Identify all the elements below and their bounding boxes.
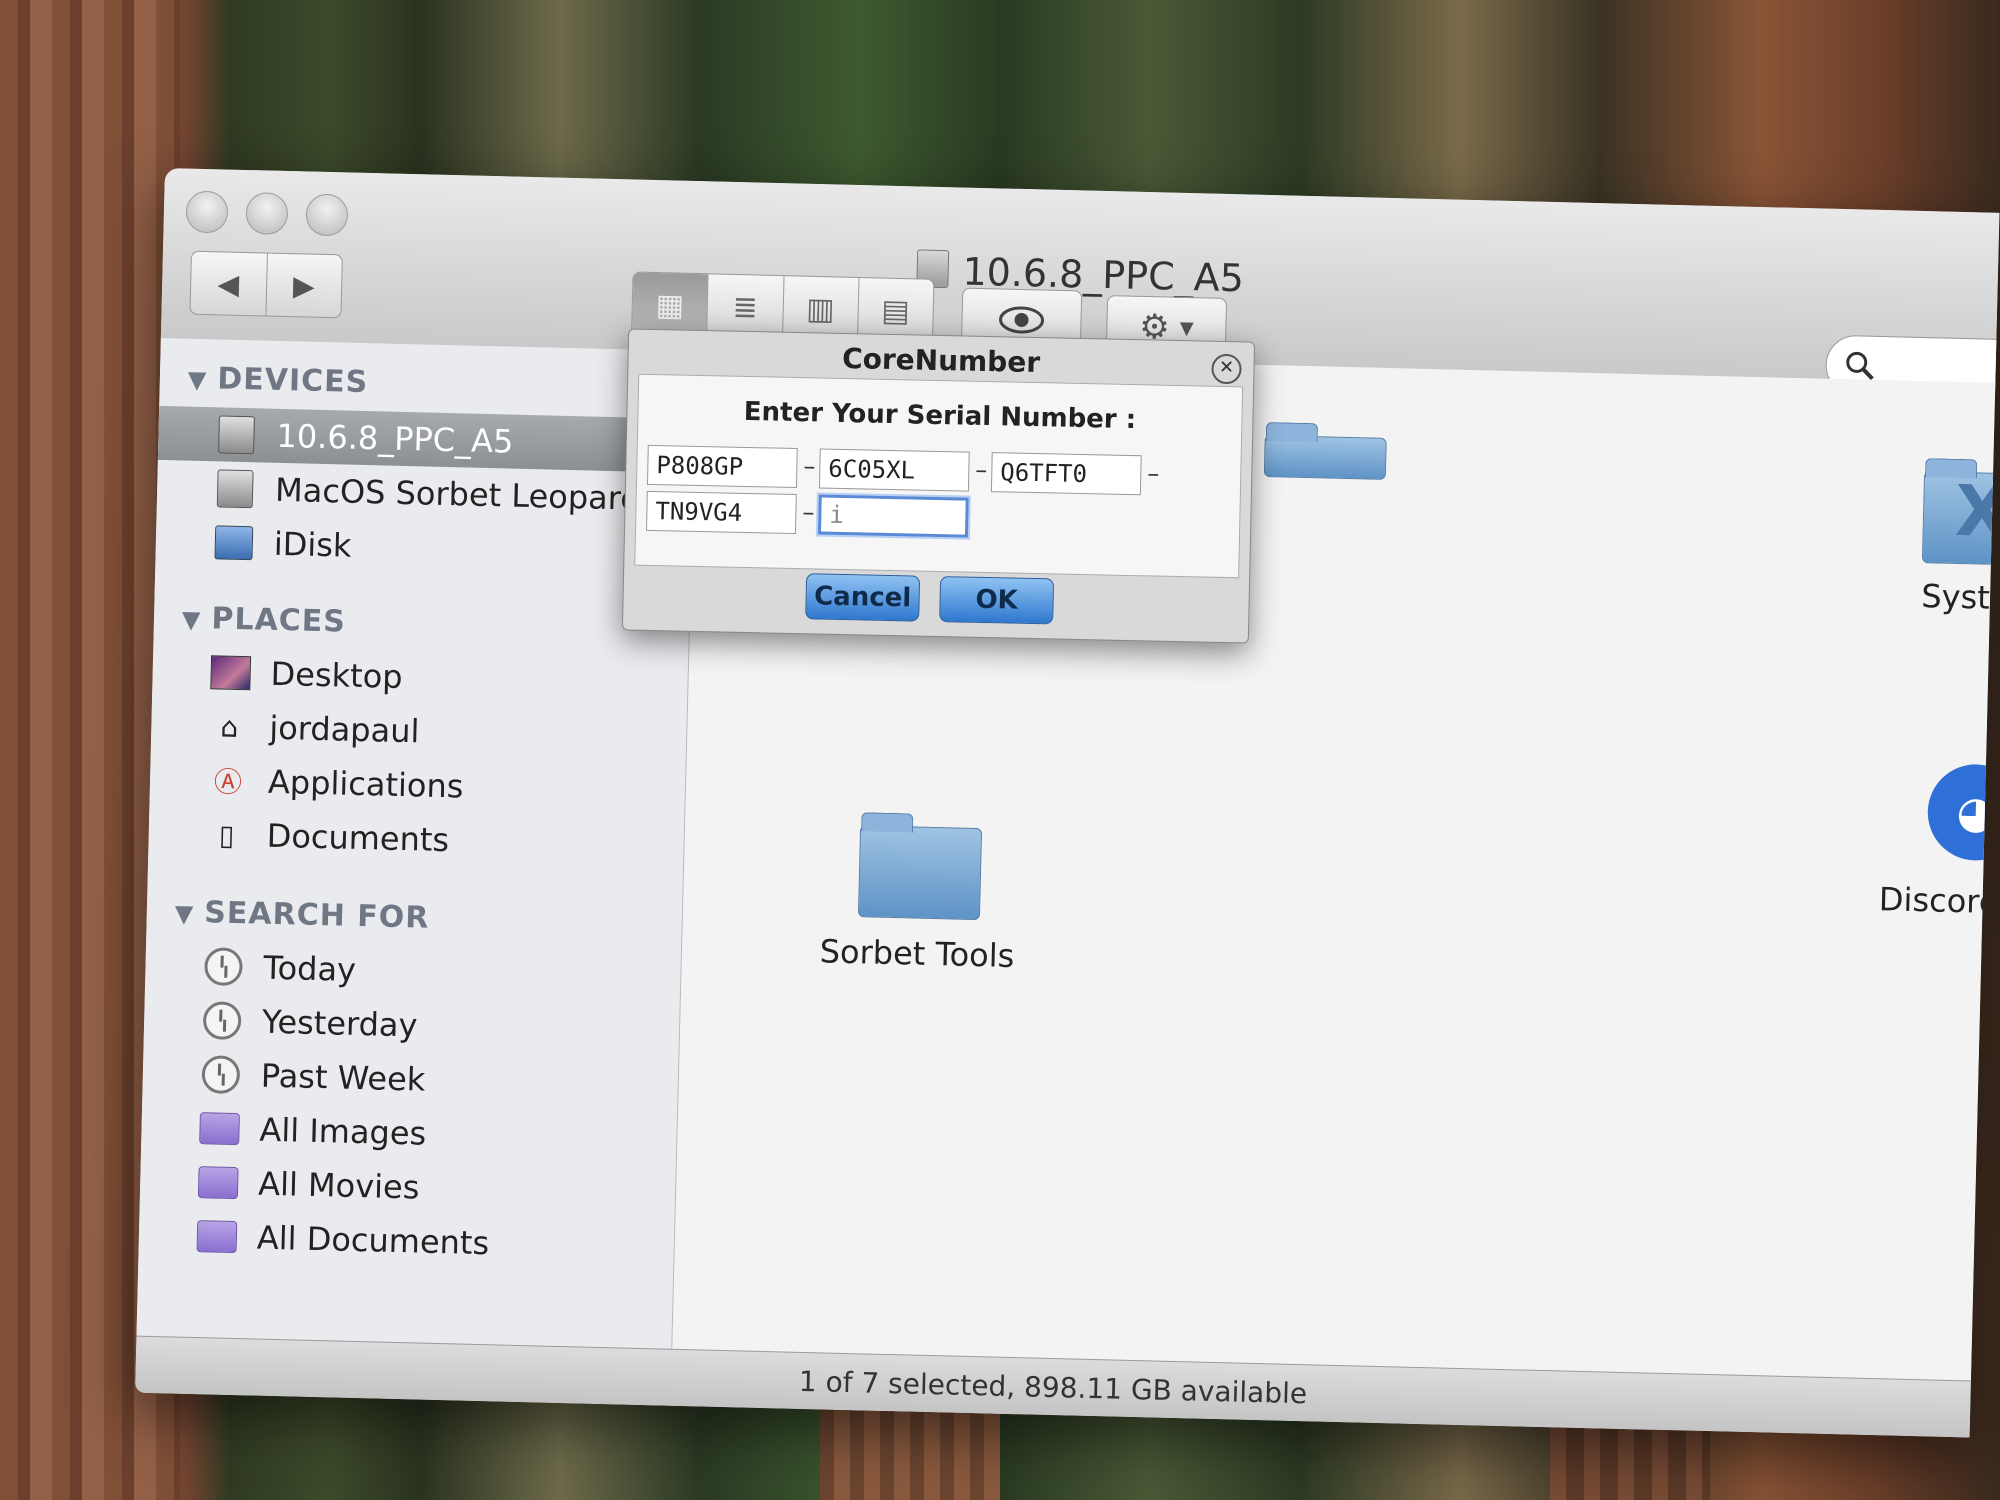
forward-button[interactable]: ▶: [264, 253, 342, 318]
back-button[interactable]: ◀: [190, 252, 266, 316]
item-label-discord-lite[interactable]: Discord Lite: [1843, 879, 1999, 923]
folder-icon[interactable]: [1263, 434, 1387, 480]
minimize-window-button[interactable]: [245, 191, 289, 236]
eye-icon: [999, 306, 1045, 334]
hard-drive-icon: [218, 415, 255, 455]
window-controls: [185, 190, 349, 237]
item-label-sorbet-tools[interactable]: Sorbet Tools: [787, 931, 1048, 975]
serial-field-2[interactable]: 6C05XL: [818, 448, 970, 492]
sidebar: ▼ DEVICES 10.6.8_PPC_A5 MacOS Sorbet Leop…: [136, 337, 697, 1350]
serial-field-1[interactable]: P808GP: [646, 444, 798, 489]
chevron-down-icon: ▼: [1179, 317, 1194, 339]
sidebar-section-devices[interactable]: ▼ DEVICES: [187, 361, 368, 400]
corenumber-dialog: CoreNumber ✕ Enter Your Serial Number : …: [621, 328, 1256, 644]
zoom-window-button[interactable]: [305, 193, 349, 237]
serial-separator: –: [975, 455, 988, 485]
item-label-system[interactable]: System: [1851, 575, 2000, 619]
hard-drive-icon: [216, 469, 254, 509]
clock-icon: [201, 1055, 241, 1095]
home-icon: ⌂: [220, 710, 239, 744]
smart-folder-icon: [197, 1166, 239, 1200]
status-text: 1 of 7 selected, 898.11 GB available: [798, 1364, 1308, 1410]
serial-field-3[interactable]: Q6TFT0: [990, 452, 1142, 496]
system-x-icon: X: [1954, 469, 2000, 554]
serial-field-5[interactable]: i: [817, 494, 969, 538]
serial-prompt: Enter Your Serial Number :: [743, 396, 1137, 436]
discord-icon[interactable]: ◕: [1926, 763, 2000, 862]
search-icon: [1846, 351, 1874, 381]
serial-separator: –: [1147, 459, 1160, 488]
serial-separator: –: [803, 452, 816, 481]
applications-icon: Ⓐ: [213, 765, 243, 800]
clock-icon: [204, 947, 243, 987]
documents-icon: ▯: [218, 818, 235, 852]
desktop-icon: [210, 655, 252, 691]
smart-folder-icon: [196, 1220, 238, 1254]
sidebar-section-places[interactable]: ▼ PLACES: [181, 601, 347, 639]
disclosure-triangle-icon: ▼: [174, 899, 195, 928]
clock-icon: [202, 1001, 242, 1041]
close-window-button[interactable]: [185, 190, 229, 234]
idisk-icon: [214, 525, 254, 561]
serial-separator: –: [802, 498, 815, 527]
sidebar-section-search-for[interactable]: ▼ SEARCH FOR: [174, 894, 429, 935]
cancel-button[interactable]: Cancel: [805, 573, 921, 622]
history-buttons: ◀ ▶: [189, 250, 343, 319]
folder-icon[interactable]: [857, 825, 983, 921]
smart-folder-icon: [199, 1112, 240, 1146]
disclosure-triangle-icon: ▼: [187, 365, 208, 395]
ok-button[interactable]: OK: [939, 576, 1055, 625]
serial-field-4[interactable]: TN9VG4: [645, 490, 797, 535]
disclosure-triangle-icon: ▼: [181, 605, 202, 635]
dialog-panel: Enter Your Serial Number : P808GP – 6C05…: [634, 373, 1244, 579]
